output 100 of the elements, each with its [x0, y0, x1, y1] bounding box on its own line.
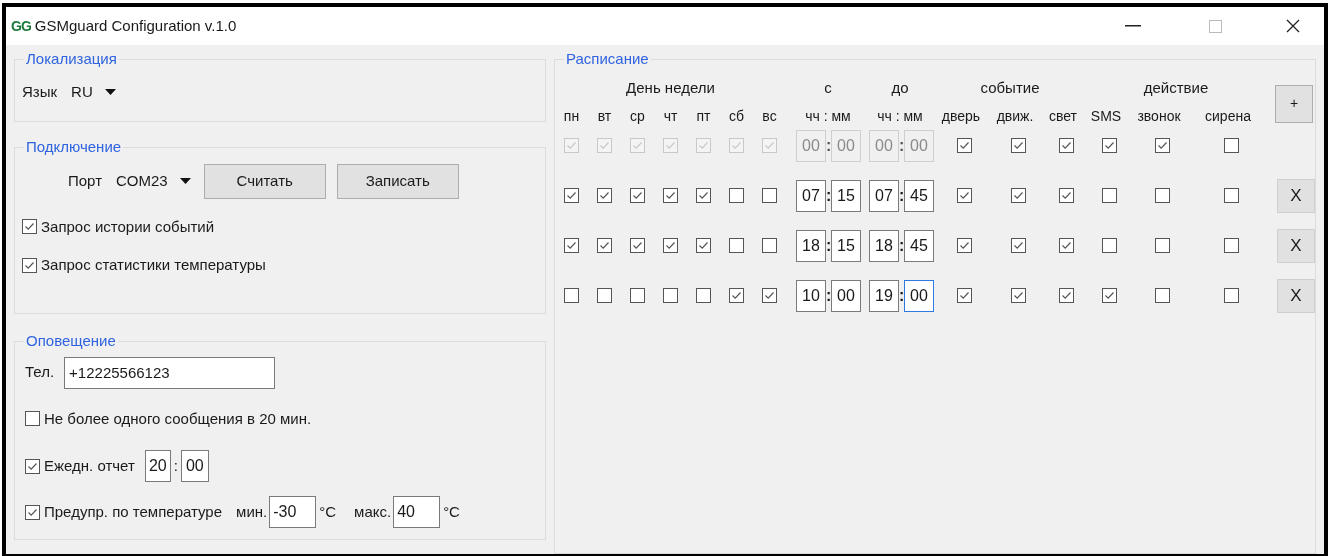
minutes-field[interactable]: 45 [904, 229, 934, 262]
checkbox-label: Ежедн. отчет [44, 455, 135, 476]
minutes-field[interactable]: 45 [904, 179, 934, 212]
checkbox[interactable] [1101, 288, 1117, 303]
checkbox[interactable] [762, 188, 777, 203]
time-separator: : [826, 135, 831, 156]
checkbox[interactable] [1058, 188, 1074, 203]
checkbox[interactable] [25, 458, 40, 474]
checkbox[interactable] [1223, 188, 1239, 203]
max-field[interactable]: 40 [393, 496, 441, 528]
checkbox[interactable] [25, 411, 40, 427]
checkbox[interactable] [956, 188, 972, 203]
checkbox[interactable] [630, 188, 645, 203]
hours-field[interactable]: 10 [796, 279, 826, 312]
action-button[interactable]: Считать [203, 163, 326, 199]
checkbox[interactable] [22, 257, 37, 273]
checkbox[interactable] [597, 238, 612, 253]
group-title: Локализация [25, 49, 118, 69]
group-title: Расписание [565, 49, 650, 69]
language-dropdown[interactable]: RU [71, 80, 116, 103]
checkbox[interactable] [1058, 238, 1074, 253]
delete-button[interactable]: X [1277, 228, 1315, 263]
checkbox[interactable] [1101, 188, 1117, 203]
port-label: Порт [68, 170, 102, 191]
column-header: ср [629, 107, 646, 126]
hours-field[interactable]: 19 [869, 279, 899, 312]
checkbox[interactable] [956, 238, 972, 253]
column-header: День недели [625, 78, 716, 99]
column-header: пт [695, 107, 712, 126]
hours-field[interactable]: 18 [796, 229, 826, 262]
checkbox[interactable] [762, 288, 777, 303]
caret-icon [104, 88, 116, 95]
checkbox[interactable] [597, 288, 612, 303]
checkbox[interactable] [25, 504, 40, 520]
language-label: Язык [22, 81, 58, 102]
column-header: вт [596, 107, 613, 126]
delete-button[interactable]: X [1277, 278, 1315, 313]
hours-field[interactable]: 18 [869, 229, 899, 262]
checkbox[interactable] [696, 188, 711, 203]
minutes-field[interactable]: 00 [904, 279, 934, 312]
minutes-field[interactable]: 00 [831, 279, 861, 312]
checkbox[interactable] [1154, 188, 1170, 203]
checkbox[interactable] [564, 238, 579, 253]
checkbox[interactable] [696, 238, 711, 253]
checkbox[interactable] [1010, 288, 1026, 303]
minimize-icon[interactable] [1125, 25, 1141, 27]
checkbox-label: Не более одного сообщения в 20 мин. [44, 408, 312, 429]
group-title: Подключение [25, 137, 123, 157]
min-field[interactable]: -30 [269, 496, 317, 528]
checkbox-label: Запрос истории событий [41, 216, 215, 237]
app-logo: GG [11, 16, 31, 36]
column-header: SMS [1089, 107, 1123, 126]
column-header: событие [979, 78, 1041, 99]
hours-field[interactable]: 07 [796, 179, 826, 212]
column-header: действие [1142, 78, 1210, 99]
checkbox[interactable] [1154, 288, 1170, 303]
column-header: свет [1048, 107, 1078, 126]
phone-label: Тел. [25, 362, 55, 383]
time-separator: : [899, 235, 904, 256]
port-dropdown[interactable]: COM23 [116, 169, 191, 193]
checkbox[interactable] [564, 188, 579, 203]
checkbox[interactable] [729, 188, 744, 203]
checkbox[interactable] [1223, 238, 1239, 253]
minutes-field[interactable]: 00 [180, 450, 209, 482]
minutes-field[interactable]: 15 [831, 229, 861, 262]
checkbox[interactable] [696, 288, 711, 303]
checkbox[interactable] [1154, 238, 1170, 253]
checkbox[interactable] [729, 238, 744, 253]
checkbox[interactable] [1058, 288, 1074, 303]
column-header: пн [562, 107, 581, 126]
checkbox[interactable] [22, 219, 37, 235]
unit-label: °C [443, 501, 460, 522]
checkbox[interactable] [1223, 288, 1239, 303]
delete-button[interactable]: X [1277, 178, 1315, 213]
hours-field[interactable]: 20 [144, 450, 171, 482]
close-icon[interactable] [1286, 19, 1300, 33]
add-button[interactable]: + [1275, 84, 1313, 123]
phone-field[interactable]: +12225566123 [64, 356, 276, 389]
checkbox[interactable] [956, 288, 972, 303]
minutes-field[interactable]: 15 [831, 179, 861, 212]
checkbox[interactable] [1101, 238, 1117, 253]
checkbox[interactable] [663, 188, 678, 203]
checkbox[interactable] [630, 288, 645, 303]
checkbox[interactable] [564, 288, 579, 303]
time-separator: : [826, 185, 831, 206]
checkbox[interactable] [762, 238, 777, 253]
column-header: чч : мм [804, 107, 852, 126]
checkbox[interactable] [729, 288, 744, 303]
checkbox[interactable] [663, 288, 678, 303]
checkbox[interactable] [630, 238, 645, 253]
max-label: макс. [354, 501, 392, 522]
checkbox[interactable] [663, 238, 678, 253]
time-separator: : [826, 285, 831, 306]
column-header: чч : мм [876, 107, 924, 126]
checkbox[interactable] [1010, 188, 1026, 203]
action-button[interactable]: Записать [336, 163, 459, 199]
checkbox[interactable] [597, 188, 612, 203]
checkbox[interactable] [1010, 238, 1026, 253]
hours-field[interactable]: 07 [869, 179, 899, 212]
time-separator: : [899, 185, 904, 206]
